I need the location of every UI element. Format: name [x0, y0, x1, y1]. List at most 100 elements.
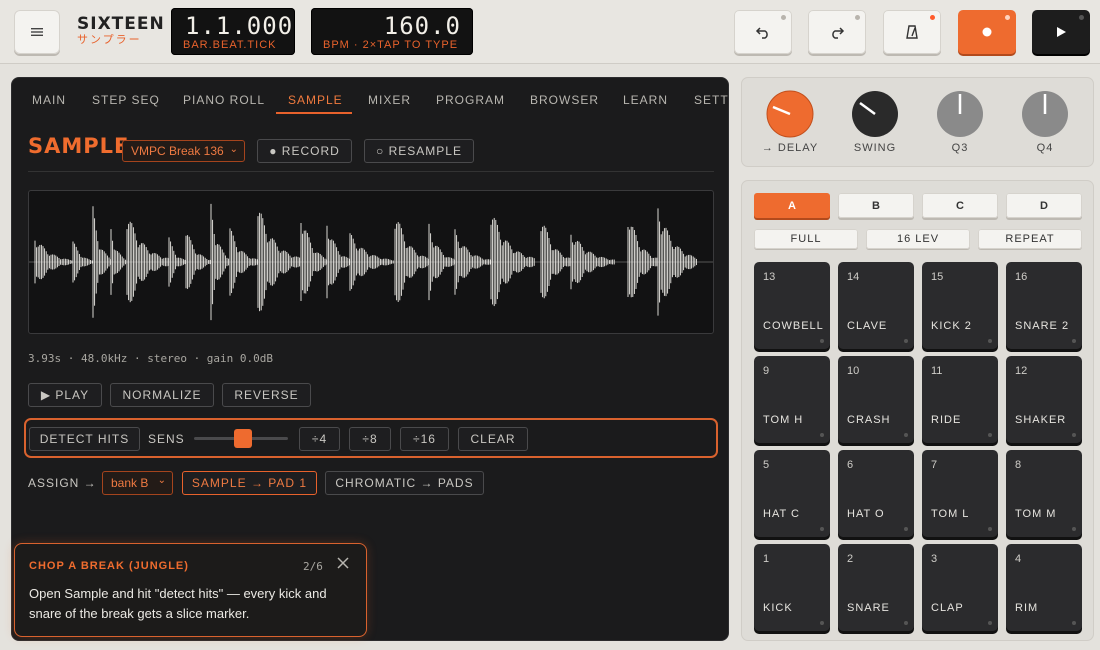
pad-10[interactable]: 10 CRASH	[838, 356, 914, 443]
pad-2[interactable]: 2 SNARE	[838, 544, 914, 631]
pad-panel: A B C D FULL 16 LEV REPEAT 13 COWBELL 14 CL…	[741, 180, 1094, 641]
pad-number: 10	[847, 365, 860, 377]
chevron-down-icon: ⌄	[229, 144, 238, 155]
pad-name: TOM H	[763, 414, 804, 426]
normalize-button[interactable]: NORMALIZE	[110, 383, 214, 407]
full-level-button[interactable]: FULL	[754, 229, 858, 249]
metronome-led	[930, 15, 935, 20]
pad-number: 11	[931, 365, 943, 377]
swing-knob[interactable]	[851, 90, 899, 138]
sample-select[interactable]: VMPC Break 136 ⌄	[122, 140, 245, 162]
split-16-button[interactable]: ÷16	[400, 427, 449, 451]
tab-step-seq[interactable]: STEP SEQ	[92, 93, 160, 107]
pad-led	[820, 433, 824, 437]
knob-icon	[852, 91, 898, 137]
tab-settings[interactable]: SETTI	[694, 93, 728, 107]
pad-6[interactable]: 6 HAT O	[838, 450, 914, 537]
record-sample-button[interactable]: ● RECORD	[257, 139, 352, 163]
split-4-button[interactable]: ÷4	[299, 427, 340, 451]
pad-5[interactable]: 5 HAT C	[754, 450, 830, 537]
tab-browser[interactable]: BROWSER	[530, 93, 599, 107]
record-button[interactable]	[958, 10, 1016, 54]
tab-sample[interactable]: SAMPLE	[288, 93, 343, 107]
active-tab-indicator	[276, 112, 352, 114]
delay-knob[interactable]	[766, 90, 814, 138]
pad-name: CLAVE	[847, 320, 888, 332]
pad-led	[1072, 621, 1076, 625]
bpm-value: 160.0	[383, 12, 461, 40]
tab-piano-roll[interactable]: PIANO ROLL	[183, 93, 265, 107]
bpm-display[interactable]: 160.0 BPM · 2×TAP TO TYPE	[311, 8, 473, 55]
sample-to-pad-button[interactable]: SAMPLE → PAD 1	[182, 471, 317, 495]
menu-button[interactable]	[14, 10, 60, 54]
pad-number: 3	[931, 553, 938, 565]
sample-info: 3.93s · 48.0kHz · stereo · gain 0.0dB	[28, 352, 274, 365]
redo-button[interactable]	[808, 10, 866, 54]
pad-number: 13	[763, 271, 776, 283]
bank-b-button[interactable]: B	[838, 193, 914, 218]
pad-led	[988, 621, 992, 625]
clear-button[interactable]: CLEAR	[458, 427, 528, 451]
record-icon	[982, 27, 992, 37]
pad-7[interactable]: 7 TOM L	[922, 450, 998, 537]
tab-program[interactable]: PROGRAM	[436, 93, 505, 107]
knob-panel: → DELAY SWING Q3 Q4	[741, 77, 1094, 167]
position-label: BAR.BEAT.TICK	[183, 39, 277, 51]
swing-knob-label: SWING	[853, 142, 897, 154]
redo-led	[855, 15, 860, 20]
waveform-display[interactable]	[28, 190, 714, 334]
bank-a-button[interactable]: A	[754, 193, 830, 218]
q3-knob[interactable]	[936, 90, 984, 138]
split-8-button[interactable]: ÷8	[349, 427, 391, 451]
pad-led	[904, 621, 908, 625]
pad-14[interactable]: 14 CLAVE	[838, 262, 914, 349]
pad-3[interactable]: 3 CLAP	[922, 544, 998, 631]
reverse-button[interactable]: REVERSE	[222, 383, 311, 407]
q4-knob[interactable]	[1021, 90, 1069, 138]
bank-c-button[interactable]: C	[922, 193, 998, 218]
pad-15[interactable]: 15 KICK 2	[922, 262, 998, 349]
pad-16[interactable]: 16 SNARE 2	[1006, 262, 1082, 349]
undo-icon	[755, 27, 768, 39]
chromatic-to-pads-button[interactable]: CHROMATIC → PADS	[325, 471, 484, 495]
pad-1[interactable]: 1 KICK	[754, 544, 830, 631]
play-sample-button[interactable]: ▶ PLAY	[28, 383, 102, 407]
resample-button[interactable]: ○ RESAMPLE	[364, 139, 474, 163]
pad-4[interactable]: 4 RIM	[1006, 544, 1082, 631]
bank-d-button[interactable]: D	[1006, 193, 1082, 218]
metronome-button[interactable]	[883, 10, 941, 54]
close-icon[interactable]	[336, 556, 350, 570]
tab-learn[interactable]: LEARN	[623, 93, 668, 107]
pad-9[interactable]: 9 TOM H	[754, 356, 830, 443]
pad-12[interactable]: 12 SHAKER	[1006, 356, 1082, 443]
tab-mixer[interactable]: MIXER	[368, 93, 411, 107]
pad-8[interactable]: 8 TOM M	[1006, 450, 1082, 537]
tour-popup: CHOP A BREAK (JUNGLE) 2/6 Open Sample an…	[14, 543, 367, 637]
delay-knob-label: → DELAY	[761, 142, 819, 154]
detect-hits-button[interactable]: DETECT HITS	[29, 427, 140, 451]
16-levels-button[interactable]: 16 LEV	[866, 229, 970, 249]
pad-number: 12	[1015, 365, 1028, 377]
assign-bank-select[interactable]: bank B ⌄	[102, 471, 173, 495]
play-icon	[1057, 27, 1066, 37]
pad-number: 2	[847, 553, 854, 565]
pad-number: 7	[931, 459, 938, 471]
note-repeat-button[interactable]: REPEAT	[978, 229, 1082, 249]
redo-icon	[832, 27, 845, 39]
top-bar: SIXTEEN サンプラー 1.1.000 BAR.BEAT.TICK 160.…	[0, 0, 1100, 64]
sensitivity-slider-handle[interactable]	[234, 429, 252, 448]
pad-number: 9	[763, 365, 770, 377]
brand-name: SIXTEEN	[77, 14, 165, 34]
pad-led	[820, 621, 824, 625]
tour-title: CHOP A BREAK (JUNGLE)	[29, 560, 189, 572]
pad-led	[988, 433, 992, 437]
undo-button[interactable]	[734, 10, 792, 54]
pad-name: RIM	[1015, 602, 1039, 614]
tour-body: Open Sample and hit "detect hits" — ever…	[29, 586, 327, 621]
pad-13[interactable]: 13 COWBELL	[754, 262, 830, 349]
pad-led	[1072, 433, 1076, 437]
pad-11[interactable]: 11 RIDE	[922, 356, 998, 443]
play-button[interactable]	[1032, 10, 1090, 54]
tab-main[interactable]: MAIN	[32, 93, 66, 107]
pad-led	[904, 433, 908, 437]
